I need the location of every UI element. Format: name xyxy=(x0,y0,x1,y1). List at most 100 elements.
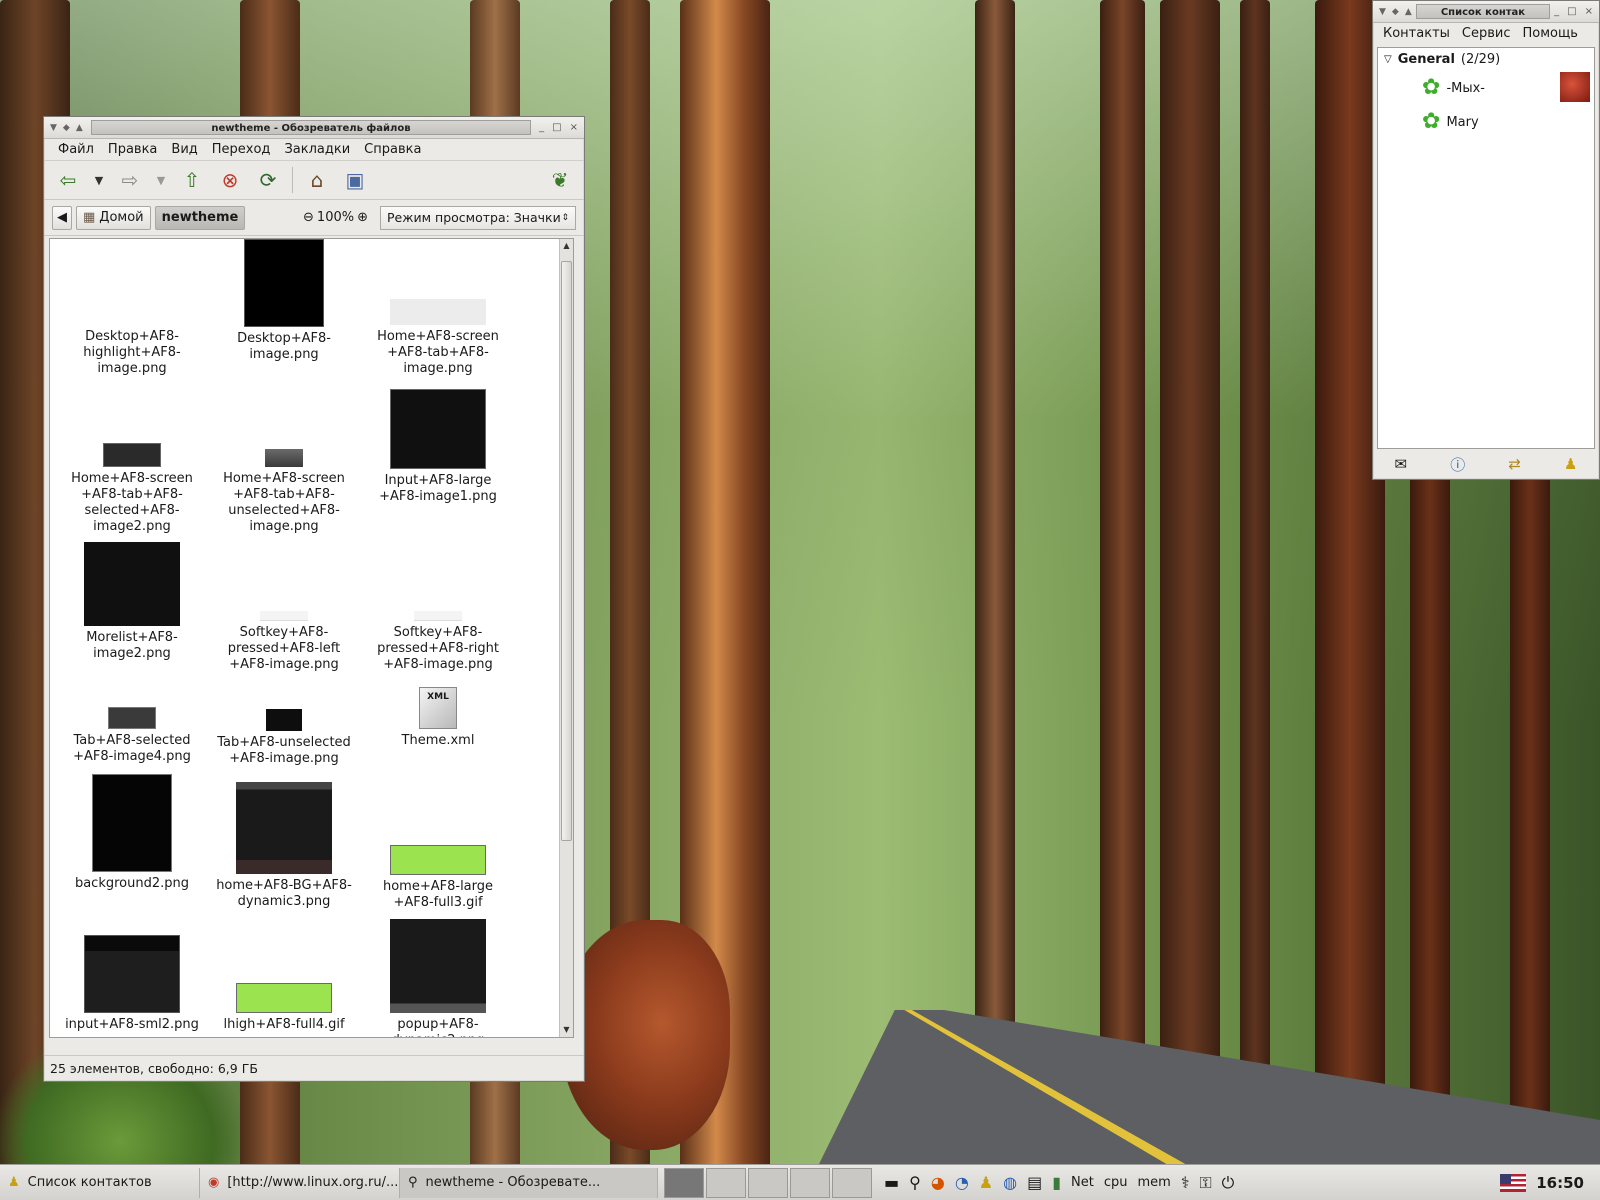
workspace-1[interactable] xyxy=(664,1167,704,1198)
message-icon[interactable]: ✉ xyxy=(1395,455,1408,473)
up-icon[interactable]: ⇧ xyxy=(178,166,206,194)
file-item[interactable]: input+AF8-sml2.png xyxy=(54,935,210,1033)
menu-service[interactable]: Сервис xyxy=(1462,26,1511,41)
task-file-manager[interactable]: ⚲ newtheme - Обозревате... xyxy=(400,1167,658,1198)
path-back-button[interactable]: ◀ xyxy=(52,205,72,230)
fm-toolbar: ⇦ ▼ ⇨ ▼ ⇧ ⊗ ⟳ ⌂ ▣ ❦ xyxy=(44,160,584,200)
menu-view[interactable]: Вид xyxy=(171,142,197,157)
file-item[interactable]: Home+AF8-screen +AF8-tab+AF8- image.png xyxy=(360,299,516,377)
window-menu-icon[interactable]: ▼ xyxy=(50,123,57,133)
menu-bookmarks[interactable]: Закладки xyxy=(284,142,350,157)
minimize-icon[interactable]: _ xyxy=(1554,6,1559,17)
cl-titlebar[interactable]: ▼ ◆ ▲ Список контак _ □ × xyxy=(1373,1,1599,23)
broom-icon[interactable]: ⚕ xyxy=(1181,1173,1190,1192)
menu-contacts[interactable]: Контакты xyxy=(1383,26,1450,41)
image-thumbnail xyxy=(108,707,156,729)
media-icon[interactable]: ▤ xyxy=(1027,1173,1042,1192)
file-item[interactable]: XML Theme.xml xyxy=(360,687,516,749)
file-item[interactable]: Desktop+AF8- image.png xyxy=(206,239,362,363)
task-browser[interactable]: ◉ [http://www.linux.org.ru/... xyxy=(200,1167,400,1198)
workspace-5[interactable] xyxy=(832,1167,872,1198)
file-item[interactable]: Softkey+AF8- pressed+AF8-right +AF8-imag… xyxy=(360,611,516,673)
vertical-scrollbar[interactable]: ▲ ▼ xyxy=(559,239,573,1037)
fm-titlebar[interactable]: ▼ ◆ ▲ newtheme - Обозреватель файлов _ □… xyxy=(44,117,584,139)
file-item[interactable]: Tab+AF8-selected +AF8-image4.png xyxy=(54,707,210,765)
file-item[interactable]: home+AF8-BG+AF8- dynamic3.png xyxy=(206,782,362,910)
file-item[interactable]: Home+AF8-screen +AF8-tab+AF8- unselected… xyxy=(206,449,362,535)
shade-icon[interactable]: ▲ xyxy=(76,123,83,133)
user-icon[interactable]: ♟ xyxy=(1564,455,1577,473)
user-icon[interactable]: ♟ xyxy=(979,1173,993,1192)
window-menu-icon[interactable]: ▼ xyxy=(1379,7,1386,17)
maximize-icon[interactable]: □ xyxy=(552,122,561,133)
status-icon[interactable]: ⇄ xyxy=(1508,455,1521,473)
sticky-icon[interactable]: ◆ xyxy=(1392,7,1399,17)
path-current-button[interactable]: newtheme xyxy=(154,205,246,230)
file-icon-view[interactable]: Desktop+AF8- highlight+AF8- image.png De… xyxy=(49,238,574,1038)
avatar xyxy=(1560,72,1590,102)
zoom-in-icon[interactable]: ⊕ xyxy=(357,210,368,225)
zoom-out-icon[interactable]: ⊖ xyxy=(303,210,314,225)
maximize-icon[interactable]: □ xyxy=(1567,6,1576,17)
close-icon[interactable]: × xyxy=(1585,6,1593,17)
cl-window-title: Список контак xyxy=(1415,4,1551,19)
menu-file[interactable]: Файл xyxy=(58,142,94,157)
sticky-icon[interactable]: ◆ xyxy=(63,123,70,133)
computer-icon[interactable]: ▣ xyxy=(341,166,369,194)
scroll-down-icon[interactable]: ▼ xyxy=(560,1023,573,1037)
firefox-icon[interactable]: ◕ xyxy=(931,1173,945,1192)
thunderbird-icon[interactable]: ◔ xyxy=(955,1173,969,1192)
file-name: Tab+AF8-selected +AF8-image4.png xyxy=(73,733,191,764)
task-contact-list[interactable]: ♟ Список контактов xyxy=(0,1167,200,1198)
image-thumbnail xyxy=(390,299,486,325)
menu-help[interactable]: Помощь xyxy=(1523,26,1578,41)
terminal-icon[interactable]: ▬ xyxy=(884,1173,899,1192)
contact-group[interactable]: ▽ General (2/29) xyxy=(1378,48,1594,71)
file-item[interactable]: Tab+AF8-unselected +AF8-image.png xyxy=(206,709,362,767)
close-icon[interactable]: × xyxy=(570,122,578,133)
file-name: input+AF8-sml2.png xyxy=(65,1017,199,1032)
view-mode-select[interactable]: Режим просмотра: Значки ⇕ xyxy=(380,205,576,230)
file-item[interactable]: Softkey+AF8- pressed+AF8-left +AF8-image… xyxy=(206,611,362,673)
forward-icon[interactable]: ⇨ xyxy=(116,166,144,194)
stop-icon[interactable]: ⊗ xyxy=(216,166,244,194)
back-history-chevron-icon[interactable]: ▼ xyxy=(92,166,106,194)
group-expander-icon[interactable]: ▽ xyxy=(1384,54,1392,65)
file-name: Desktop+AF8- highlight+AF8- image.png xyxy=(83,329,181,376)
reload-icon[interactable]: ⟳ xyxy=(254,166,282,194)
clock[interactable]: 16:50 xyxy=(1536,1174,1584,1192)
menu-help[interactable]: Справка xyxy=(364,142,421,157)
file-item[interactable]: Home+AF8-screen +AF8-tab+AF8- selected+A… xyxy=(54,443,210,535)
file-item[interactable]: Morelist+AF8- image2.png xyxy=(54,542,210,662)
menu-edit[interactable]: Правка xyxy=(108,142,157,157)
forward-history-chevron-icon[interactable]: ▼ xyxy=(154,166,168,194)
power-icon[interactable]: ⏻ xyxy=(1222,1173,1235,1193)
file-item[interactable]: lhigh+AF8-full4.gif xyxy=(206,983,362,1033)
scrollbar-thumb[interactable] xyxy=(561,261,572,841)
minimize-icon[interactable]: _ xyxy=(539,122,544,133)
us-flag-keyboard-layout-icon[interactable] xyxy=(1500,1173,1527,1192)
file-item[interactable]: home+AF8-large +AF8-full3.gif xyxy=(360,845,516,911)
workspace-2[interactable] xyxy=(706,1167,746,1198)
workspace-pager xyxy=(664,1167,872,1198)
info-icon[interactable]: ⓘ xyxy=(1450,454,1465,475)
fm-statusbar: 25 элементов, свободно: 6,9 ГБ xyxy=(44,1055,584,1081)
back-icon[interactable]: ⇦ xyxy=(54,166,82,194)
home-icon[interactable]: ⌂ xyxy=(303,166,331,194)
contact-item[interactable]: ✿ Mary xyxy=(1378,105,1594,139)
lock-icon[interactable]: ⚿ xyxy=(1199,1173,1211,1193)
workspace-3[interactable] xyxy=(748,1167,788,1198)
file-item[interactable]: Desktop+AF8- highlight+AF8- image.png xyxy=(54,329,210,377)
file-item[interactable]: background2.png xyxy=(54,774,210,892)
image-thumbnail xyxy=(390,389,486,469)
shade-icon[interactable]: ▲ xyxy=(1405,7,1412,17)
file-name: Softkey+AF8- pressed+AF8-right +AF8-imag… xyxy=(377,625,499,672)
path-home-button[interactable]: ▦ Домой xyxy=(76,205,151,230)
globe-icon[interactable]: ◍ xyxy=(1003,1173,1017,1192)
menu-go[interactable]: Переход xyxy=(212,142,271,157)
search-icon[interactable]: ⚲ xyxy=(909,1173,921,1192)
scroll-up-icon[interactable]: ▲ xyxy=(560,239,573,253)
file-item[interactable]: Input+AF8-large +AF8-image1.png xyxy=(360,389,516,505)
workspace-4[interactable] xyxy=(790,1167,830,1198)
file-item[interactable]: popup+AF8- dynamic2.png xyxy=(360,919,516,1037)
